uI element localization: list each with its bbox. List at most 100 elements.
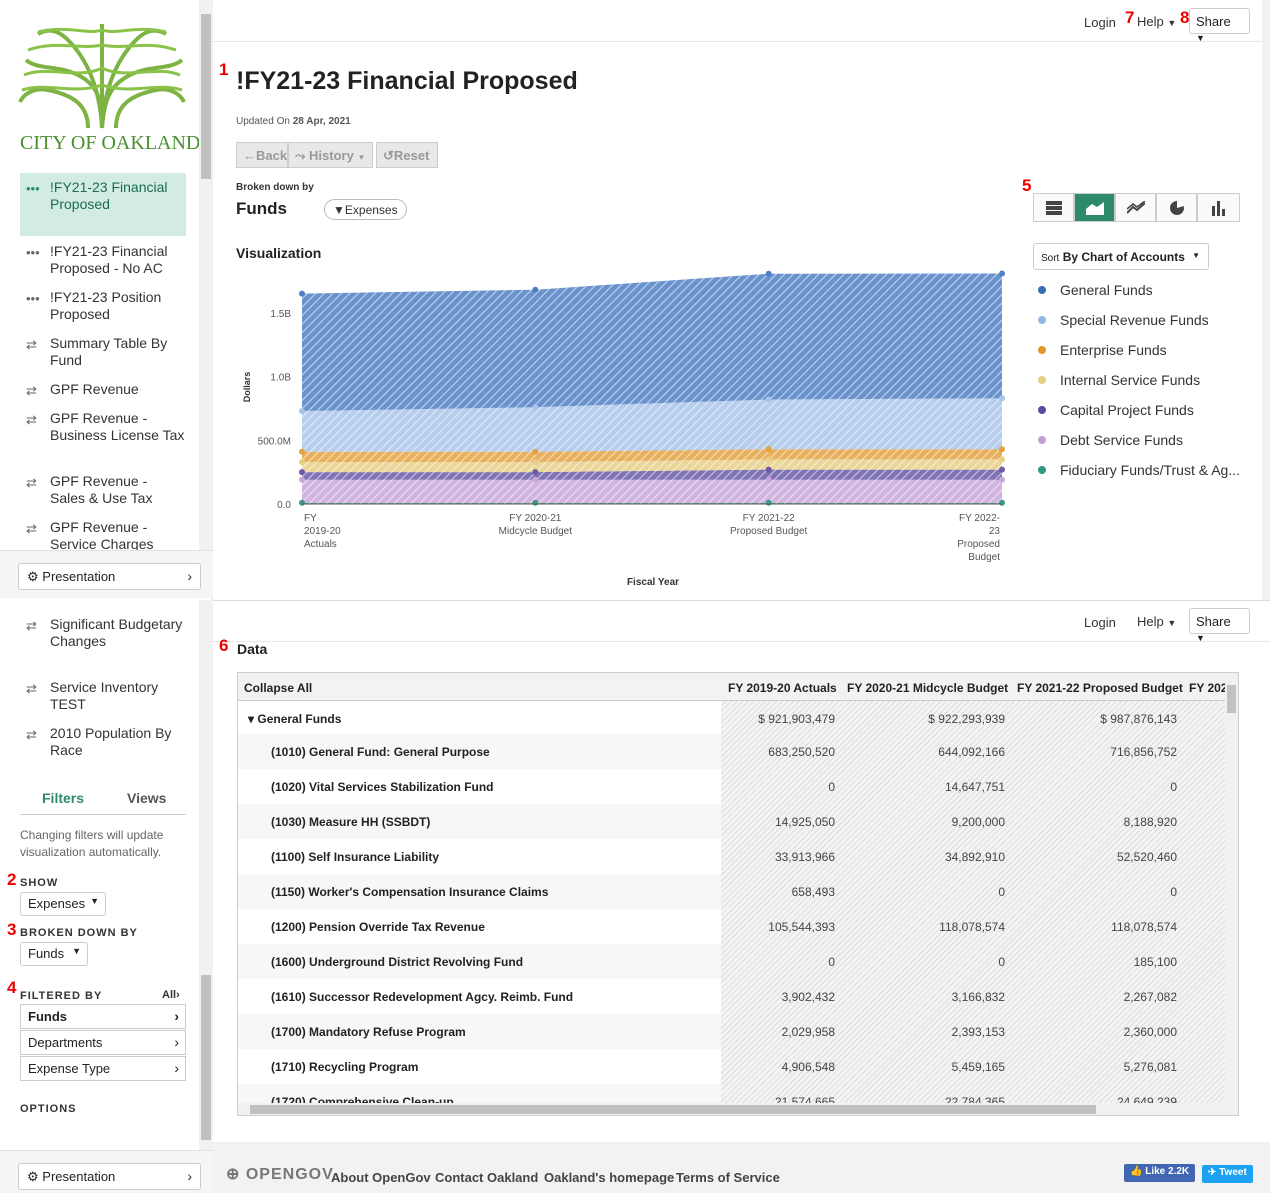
legend-item[interactable]: Internal Service Funds	[1038, 372, 1200, 388]
sidebar-item-gpf-revenue[interactable]: ⇄ GPF Revenue	[20, 381, 186, 398]
share-button[interactable]: Share ▼	[1189, 8, 1250, 43]
data-point[interactable]	[532, 458, 539, 465]
data-point[interactable]	[765, 499, 772, 506]
footer-link-homepage[interactable]: Oakland's homepage	[544, 1170, 674, 1185]
legend-item[interactable]: Debt Service Funds	[1038, 432, 1183, 448]
data-point[interactable]	[765, 466, 772, 473]
sidebar-scrollbar-thumb-2[interactable]	[201, 975, 211, 1140]
data-point[interactable]	[999, 476, 1005, 483]
sidebar-item-gpf-revenue-sales-use[interactable]: ⇄ GPF Revenue - Sales & Use Tax	[20, 473, 186, 507]
filter-row-expense-type[interactable]: Expense Type ›	[20, 1056, 186, 1081]
table-row[interactable]: (1700) Mandatory Refuse Program 2,029,958…	[238, 1014, 1228, 1049]
data-point[interactable]	[532, 499, 539, 506]
tab-views[interactable]: Views	[127, 790, 166, 806]
sort-dropdown[interactable]: Sort By Chart of Accounts ▼	[1033, 243, 1209, 270]
data-point[interactable]	[299, 458, 305, 465]
data-point[interactable]	[999, 395, 1005, 402]
data-point[interactable]	[299, 469, 305, 476]
table-row[interactable]: (1020) Vital Services Stabilization Fund…	[238, 769, 1228, 804]
bar-chart-button[interactable]	[1197, 193, 1240, 222]
legend-item[interactable]: Fiduciary Funds/Trust & Ag...	[1038, 462, 1240, 478]
data-point[interactable]	[532, 404, 539, 411]
help-menu[interactable]: Help ▼	[1137, 14, 1176, 29]
data-point[interactable]	[299, 499, 305, 506]
presentation-button[interactable]: ⚙ Presentation ›	[18, 563, 201, 590]
expenses-chip[interactable]: ▼Expenses	[324, 199, 407, 220]
table-group-row[interactable]: ▾ General Funds $ 921,903,479 $ 922,293,93…	[238, 701, 1228, 736]
data-point[interactable]	[532, 286, 539, 293]
footer-link-contact[interactable]: Contact Oakland	[435, 1170, 538, 1185]
collapse-all-button[interactable]: Collapse All	[244, 681, 312, 695]
table-hscroll-thumb[interactable]	[250, 1105, 1096, 1114]
area-chart-button[interactable]	[1074, 193, 1115, 222]
sidebar-item-significant-budgetary-changes[interactable]: ⇄ Significant Budgetary Changes	[20, 616, 186, 650]
sidebar-item-gpf-revenue-service-charges[interactable]: ⇄ GPF Revenue - Service Charges	[20, 519, 186, 550]
data-point[interactable]	[999, 270, 1005, 277]
history-button[interactable]: ⤳ History ▼	[288, 142, 373, 168]
show-select[interactable]: Expenses ▼	[20, 892, 106, 916]
tab-filters[interactable]: Filters	[42, 790, 84, 806]
table-vscroll[interactable]	[1225, 673, 1238, 1103]
facebook-like-button[interactable]: 👍 Like 2.2K	[1124, 1164, 1196, 1182]
presentation-button-2[interactable]: ⚙ Presentation ›	[18, 1163, 201, 1190]
data-point[interactable]	[999, 456, 1005, 463]
column-header[interactable]: FY 202	[1189, 681, 1227, 695]
data-point[interactable]	[532, 476, 539, 483]
table-row[interactable]: (1150) Worker's Compensation Insurance C…	[238, 874, 1228, 909]
legend-item[interactable]: Enterprise Funds	[1038, 342, 1167, 358]
share-button-2[interactable]: Share ▼	[1189, 608, 1250, 643]
data-point[interactable]	[765, 396, 772, 403]
data-point[interactable]	[299, 408, 305, 415]
footer-link-terms[interactable]: Terms of Service	[676, 1170, 780, 1185]
data-point[interactable]	[532, 469, 539, 476]
data-point[interactable]	[765, 456, 772, 463]
data-point[interactable]	[299, 448, 305, 455]
table-row[interactable]: (1030) Measure HH (SSBDT) 14,925,050 9,200…	[238, 804, 1228, 839]
legend-item[interactable]: General Funds	[1038, 282, 1153, 298]
sidebar-item-service-inventory[interactable]: ⇄ Service Inventory TEST	[20, 679, 186, 713]
help-menu-2[interactable]: Help ▼	[1137, 614, 1176, 629]
data-point[interactable]	[765, 270, 772, 277]
page-scrollbar[interactable]	[1262, 0, 1270, 600]
sidebar-item-fy21-23-financial-proposed-no-ac[interactable]: ••• !FY21-23 Financial Proposed - No AC	[20, 243, 186, 277]
back-button[interactable]: ←Back	[236, 142, 288, 168]
table-view-button[interactable]	[1033, 193, 1074, 222]
column-header[interactable]: FY 2021-22 Proposed Budget	[1017, 681, 1183, 695]
data-point[interactable]	[765, 446, 772, 453]
sidebar-item-summary-table[interactable]: ⇄ Summary Table By Fund	[20, 335, 186, 369]
data-point[interactable]	[765, 476, 772, 483]
filter-row-funds[interactable]: Funds ›	[20, 1004, 186, 1029]
table-row[interactable]: (1600) Underground District Revolving Fu…	[238, 944, 1228, 979]
table-vscroll-thumb[interactable]	[1227, 685, 1236, 713]
sidebar-scrollbar-thumb[interactable]	[201, 14, 211, 179]
column-header[interactable]: FY 2019-20 Actuals	[728, 681, 837, 695]
table-row[interactable]: (1610) Successor Redevelopment Agcy. Rei…	[238, 979, 1228, 1014]
legend-item[interactable]: Special Revenue Funds	[1038, 312, 1209, 328]
sidebar-item-gpf-revenue-business-license[interactable]: ⇄ GPF Revenue - Business License Tax	[20, 410, 186, 444]
filter-row-departments[interactable]: Departments ›	[20, 1030, 186, 1055]
table-row[interactable]: (1710) Recycling Program 4,906,548 5,459,1…	[238, 1049, 1228, 1084]
data-point[interactable]	[532, 448, 539, 455]
opengov-logo[interactable]: ⊕ OPENGOV	[226, 1164, 334, 1184]
data-point[interactable]	[299, 476, 305, 483]
sidebar-item-fy21-23-position-proposed[interactable]: ••• !FY21-23 Position Proposed	[20, 289, 186, 323]
data-point[interactable]	[999, 466, 1005, 473]
broken-down-select[interactable]: Funds ▼	[20, 942, 88, 966]
table-row[interactable]: (1200) Pension Override Tax Revenue 105,5…	[238, 909, 1228, 944]
footer-link-about[interactable]: About OpenGov	[331, 1170, 431, 1185]
reset-button[interactable]: ↺Reset	[376, 142, 438, 168]
sidebar-item-2010-population[interactable]: ⇄ 2010 Population By Race	[20, 725, 186, 759]
caret-down-icon[interactable]: ▾	[248, 712, 257, 726]
sidebar-item-fy21-23-financial-proposed[interactable]: ••• !FY21-23 Financial Proposed	[20, 173, 186, 236]
table-row[interactable]: (1100) Self Insurance Liability 33,913,96…	[238, 839, 1228, 874]
column-header[interactable]: FY 2020-21 Midcycle Budget	[847, 681, 1008, 695]
data-point[interactable]	[299, 290, 305, 297]
legend-item[interactable]: Capital Project Funds	[1038, 402, 1194, 418]
filtered-all-link[interactable]: All›	[162, 989, 180, 1001]
data-point[interactable]	[999, 446, 1005, 453]
pie-chart-button[interactable]	[1156, 193, 1197, 222]
login-link-2[interactable]: Login	[1084, 615, 1116, 630]
line-chart-button[interactable]	[1115, 193, 1156, 222]
data-point[interactable]	[999, 499, 1005, 506]
login-link[interactable]: Login	[1084, 15, 1116, 30]
